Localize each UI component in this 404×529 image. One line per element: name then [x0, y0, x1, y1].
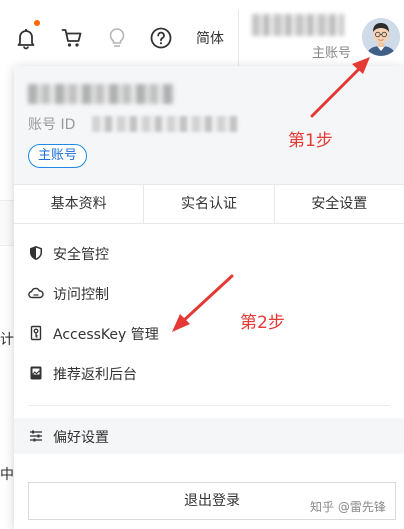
background-page-row: [0, 200, 14, 246]
shield-icon: [30, 246, 42, 260]
watermark: 知乎 @雷先锋: [310, 500, 386, 514]
step1-annotation: 第1步: [288, 131, 333, 151]
account-summary: 账号 ID 主账号: [14, 66, 404, 184]
blurred-account-name: [252, 14, 344, 36]
background-page-text: 中: [0, 467, 14, 483]
account-id-label: 账号 ID: [28, 117, 76, 133]
account-role-label: 主账号: [312, 46, 352, 61]
menu-item-accesskey-management[interactable]: AccessKey 管理: [14, 314, 404, 352]
key-icon: [30, 325, 42, 341]
tab-basic-info[interactable]: 基本资料: [14, 185, 145, 223]
menu-item-preferences[interactable]: 偏好设置: [14, 418, 404, 454]
cart-icon[interactable]: [60, 26, 84, 50]
menu-item-label: 安全管控: [53, 247, 109, 263]
background-page-text: 计: [0, 332, 14, 348]
lightbulb-icon[interactable]: [105, 26, 129, 50]
menu-item-label: 访问控制: [53, 287, 109, 303]
blurred-account-name: [28, 84, 174, 104]
account-tabs: 基本资料 实名认证 安全设置: [14, 184, 404, 224]
sliders-icon: [30, 430, 42, 442]
help-icon[interactable]: [149, 26, 173, 50]
menu-item-label: 推荐返利后台: [53, 367, 137, 383]
bell-icon[interactable]: [14, 26, 38, 50]
menu-item-label: 偏好设置: [53, 430, 109, 446]
cloud-icon: [28, 287, 44, 299]
avatar[interactable]: [362, 18, 400, 56]
referral-icon: [30, 366, 42, 380]
blurred-account-id: [92, 116, 238, 132]
menu-item-label: AccessKey 管理: [53, 327, 159, 343]
tab-real-name-verification[interactable]: 实名认证: [144, 185, 275, 223]
menu-item-access-control[interactable]: 访问控制: [14, 274, 404, 312]
notification-dot: [34, 20, 40, 26]
menu-item-security-control[interactable]: 安全管控: [14, 234, 404, 272]
menu-item-referral-backend[interactable]: 推荐返利后台: [14, 354, 404, 392]
topbar-divider: [238, 10, 239, 68]
tab-security-settings[interactable]: 安全设置: [275, 185, 404, 223]
role-badge: 主账号: [28, 144, 88, 168]
step2-annotation: 第2步: [240, 313, 285, 333]
account-dropdown-panel: 账号 ID 主账号 基本资料 实名认证 安全设置 安全管控 访问控制 Acces…: [14, 66, 404, 529]
language-switch[interactable]: 简体: [196, 28, 224, 48]
menu-divider: [28, 405, 390, 406]
